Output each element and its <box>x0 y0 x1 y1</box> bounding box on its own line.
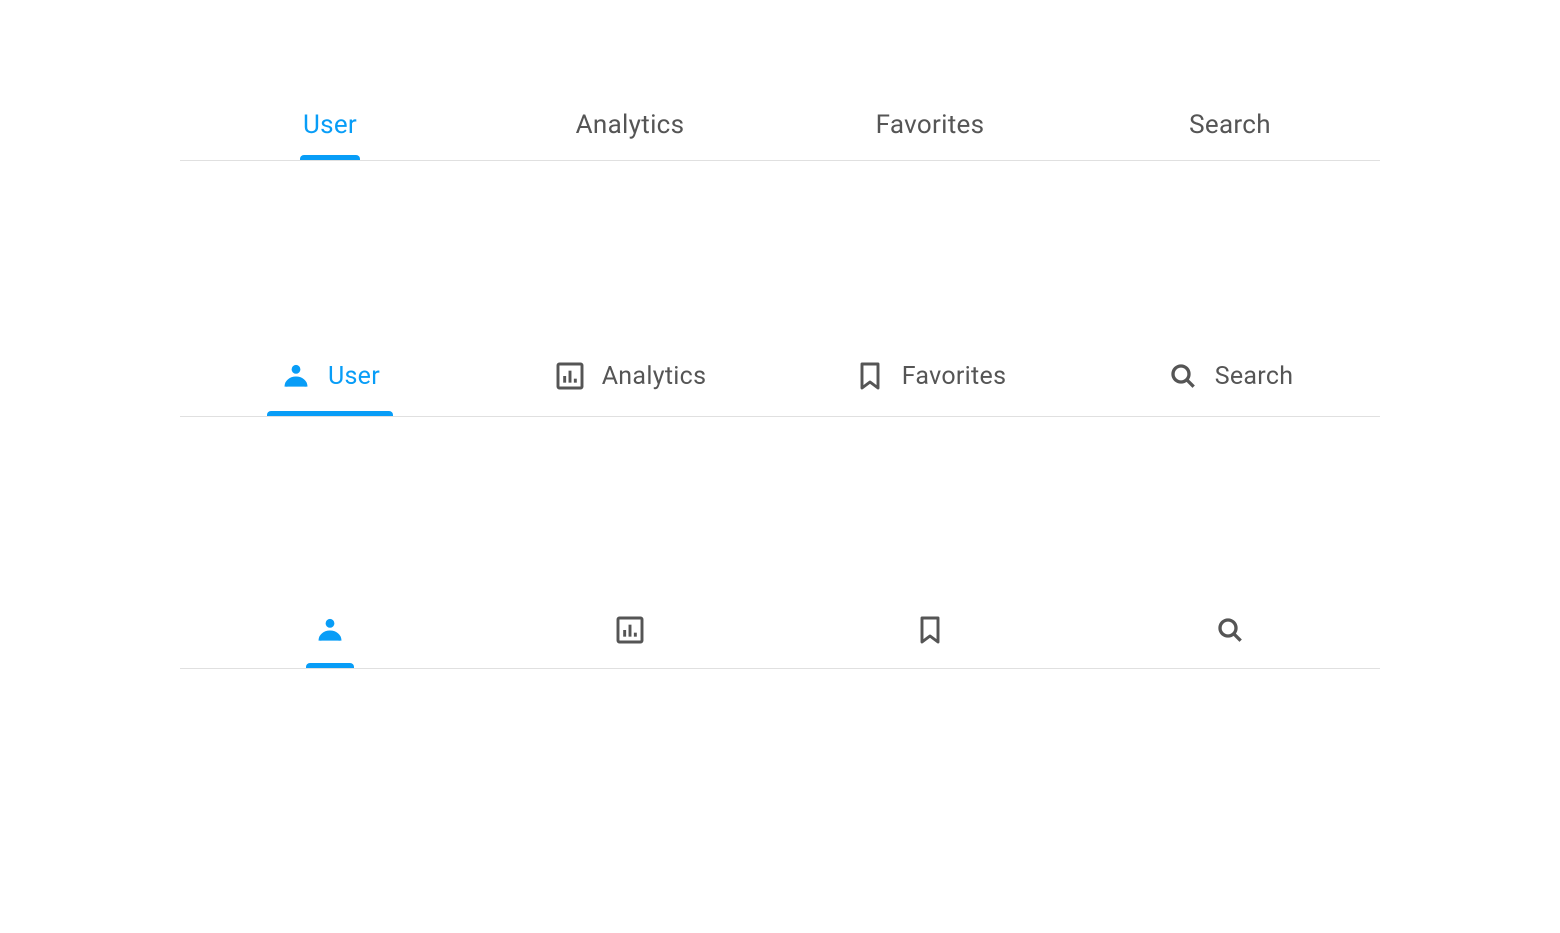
tab-favorites[interactable]: Favorites <box>780 90 1080 160</box>
bookmark-icon <box>914 614 946 646</box>
tab-analytics[interactable] <box>480 592 780 668</box>
tab-label: Search <box>1215 362 1294 391</box>
tabs-icon-text: User Analytics Favorites <box>180 336 1380 417</box>
tab-label: Favorites <box>876 110 985 140</box>
tab-favorites[interactable]: Favorites <box>780 336 1080 416</box>
tab-label: Analytics <box>602 362 707 391</box>
analytics-icon <box>554 360 586 392</box>
tab-analytics[interactable]: Analytics <box>480 336 780 416</box>
tab-favorites[interactable] <box>780 592 1080 668</box>
tabs-icon-only <box>180 592 1380 669</box>
tab-indicator <box>306 663 354 668</box>
tab-indicator <box>300 155 360 160</box>
tab-label: User <box>303 110 357 140</box>
search-icon <box>1214 614 1246 646</box>
tab-user[interactable]: User <box>180 90 480 160</box>
analytics-icon <box>614 614 646 646</box>
tab-label: Search <box>1189 110 1271 140</box>
tab-search[interactable] <box>1080 592 1380 668</box>
tabs-text-only: User Analytics Favorites Search <box>180 90 1380 161</box>
tab-label: Analytics <box>576 110 685 140</box>
tab-user[interactable]: User <box>180 336 480 416</box>
tab-indicator <box>267 411 393 416</box>
tab-label: User <box>328 362 380 391</box>
search-icon <box>1167 360 1199 392</box>
tab-analytics[interactable]: Analytics <box>480 90 780 160</box>
tab-label: Favorites <box>902 362 1007 391</box>
user-icon <box>314 614 346 646</box>
tab-user[interactable] <box>180 592 480 668</box>
bookmark-icon <box>854 360 886 392</box>
tab-search[interactable]: Search <box>1080 336 1380 416</box>
tab-search[interactable]: Search <box>1080 90 1380 160</box>
user-icon <box>280 360 312 392</box>
